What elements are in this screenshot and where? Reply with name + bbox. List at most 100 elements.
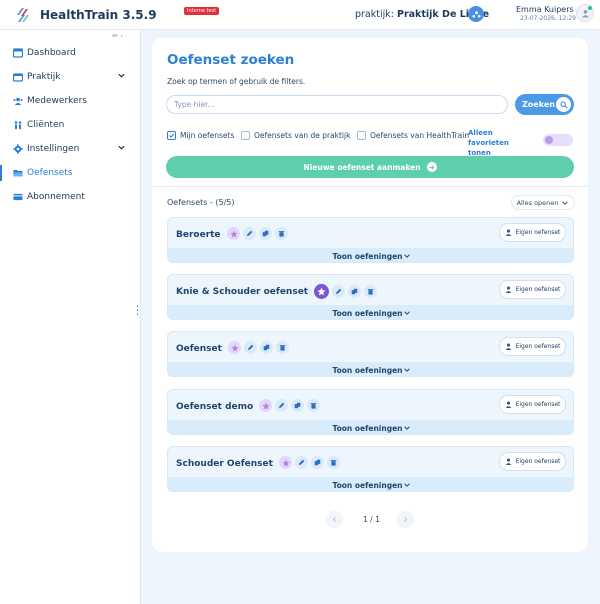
favorites-toggle[interactable] xyxy=(543,134,573,146)
favorite-star-icon[interactable] xyxy=(259,399,272,412)
owner-badge[interactable]: Eigen oefenset xyxy=(499,223,566,242)
sidebar-item-medewerkers[interactable]: Medewerkers xyxy=(0,91,141,111)
search-icon xyxy=(556,97,571,112)
trash-icon[interactable] xyxy=(327,456,340,469)
filter-label: Mijn oefensets xyxy=(180,131,235,140)
oefenset-actions xyxy=(279,456,343,469)
owner-badge[interactable]: Eigen oefenset xyxy=(499,280,566,299)
praktijk-prefix: praktijk: xyxy=(355,9,394,20)
sidebar-item-clienten[interactable]: Cliënten xyxy=(0,115,141,135)
trash-icon[interactable] xyxy=(275,227,288,240)
show-exercises-toggle[interactable]: Toon oefeningen xyxy=(168,362,573,376)
healthtrain-logo xyxy=(17,8,29,22)
app-title: HealthTrain 3.5.9 xyxy=(40,8,157,22)
show-exercises-toggle[interactable]: Toon oefeningen xyxy=(168,248,573,262)
sidebar-item-abonnement[interactable]: Abonnement xyxy=(0,187,141,207)
sidebar-item-label: Praktijk xyxy=(27,72,61,82)
card-icon xyxy=(13,192,23,202)
search-input[interactable] xyxy=(166,95,508,114)
filter-label: Oefensets van de praktijk xyxy=(254,131,351,140)
user-icon xyxy=(505,286,512,293)
expand-all-button[interactable]: Alles openen xyxy=(511,195,575,210)
new-oefenset-button[interactable]: Nieuwe oefenset aanmaken xyxy=(166,156,574,178)
collapse-sidebar-icon[interactable]: ⇚ ‹ xyxy=(112,32,123,40)
oefenset-name[interactable]: Oefenset xyxy=(176,344,222,354)
expand-all-label: Alles openen xyxy=(516,198,559,207)
trash-icon[interactable] xyxy=(276,341,289,354)
next-page-button[interactable] xyxy=(397,511,414,528)
show-exercises-toggle[interactable]: Toon oefeningen xyxy=(168,420,573,434)
praktijk-switch-icon[interactable] xyxy=(468,6,484,22)
trash-icon[interactable] xyxy=(307,399,320,412)
sidebar-item-oefensets[interactable]: Oefensets xyxy=(0,163,141,183)
owner-badge[interactable]: Eigen oefenset xyxy=(499,337,566,356)
arrow-right-icon xyxy=(426,162,437,172)
oefenset-name[interactable]: Oefenset demo xyxy=(176,402,253,412)
oefenset-row: Beroerte Eigen oefenset Toon oefeningen xyxy=(167,217,574,263)
avatar[interactable] xyxy=(576,4,594,22)
oefenset-row: Oefenset Eigen oefenset Toon oefeningen xyxy=(167,331,574,377)
search-button[interactable]: Zoeken xyxy=(515,94,574,115)
checkbox-checked[interactable] xyxy=(167,131,176,140)
user-icon xyxy=(505,229,512,236)
page-subtitle: Zoek op termen of gebruik de filters. xyxy=(167,77,306,86)
pagination: 1 / 1 xyxy=(326,511,414,529)
owner-label: Eigen oefenset xyxy=(515,401,561,408)
user-datetime: 23-07-2026, 12:29 xyxy=(520,15,576,22)
chevron-down-icon xyxy=(403,483,410,487)
favorites-toggle-label: Alleen favorieten tonen xyxy=(468,129,509,157)
edit-pencil-icon[interactable] xyxy=(295,456,308,469)
resize-handle-icon[interactable]: · · · xyxy=(136,303,139,321)
chevron-down-icon xyxy=(403,311,410,315)
owner-label: Eigen oefenset xyxy=(515,286,561,293)
oefenset-name[interactable]: Schouder Oefenset xyxy=(176,459,273,469)
sidebar: ⇚ ‹ Dashboard Praktijk Medewerkers Cliën… xyxy=(0,30,141,604)
oefenset-actions xyxy=(314,284,380,299)
trash-icon[interactable] xyxy=(364,285,377,298)
owner-label: Eigen oefenset xyxy=(515,229,561,236)
show-exercises-label: Toon oefeningen xyxy=(332,480,403,490)
oefenset-name[interactable]: Beroerte xyxy=(176,230,221,240)
user-name: Emma Kuipers xyxy=(516,5,574,14)
sidebar-item-instellingen[interactable]: Instellingen xyxy=(0,139,141,159)
edit-pencil-icon[interactable] xyxy=(332,285,345,298)
search-button-label: Zoeken xyxy=(522,100,555,109)
owner-badge[interactable]: Eigen oefenset xyxy=(499,395,566,414)
owner-label: Eigen oefenset xyxy=(515,343,561,350)
checkbox[interactable] xyxy=(241,131,250,140)
duplicate-icon[interactable] xyxy=(311,456,324,469)
favorite-star-icon[interactable] xyxy=(228,341,241,354)
users-icon xyxy=(13,96,23,106)
sidebar-item-label: Instellingen xyxy=(27,144,80,154)
show-exercises-toggle[interactable]: Toon oefeningen xyxy=(168,477,573,491)
filter-praktijk-oefensets[interactable]: Oefensets van de praktijk xyxy=(241,131,350,140)
oefenset-name[interactable]: Knie & Schouder oefenset xyxy=(176,287,308,297)
sidebar-item-label: Dashboard xyxy=(27,48,76,58)
filter-healthtrain-oefensets[interactable]: Oefensets van HealthTrain xyxy=(357,131,469,140)
checkbox[interactable] xyxy=(357,131,366,140)
page-title: Oefenset zoeken xyxy=(167,52,295,68)
favorite-star-icon[interactable] xyxy=(314,284,329,299)
sidebar-item-praktijk[interactable]: Praktijk xyxy=(0,67,141,87)
oefenset-actions xyxy=(259,399,323,412)
divider xyxy=(152,186,588,187)
edit-pencil-icon[interactable] xyxy=(243,227,256,240)
sidebar-item-dashboard[interactable]: Dashboard xyxy=(0,43,141,63)
owner-badge[interactable]: Eigen oefenset xyxy=(499,452,566,471)
duplicate-icon[interactable] xyxy=(348,285,361,298)
show-exercises-toggle[interactable]: Toon oefeningen xyxy=(168,305,573,319)
oefenset-row: Schouder Oefenset Eigen oefenset Toon oefe… xyxy=(167,446,574,492)
owner-label: Eigen oefenset xyxy=(515,458,561,465)
oefenset-actions xyxy=(228,341,292,354)
duplicate-icon[interactable] xyxy=(291,399,304,412)
duplicate-icon[interactable] xyxy=(260,341,273,354)
favorite-star-icon[interactable] xyxy=(279,456,292,469)
chevron-down-icon xyxy=(403,426,410,430)
favorite-star-icon[interactable] xyxy=(227,227,240,240)
duplicate-icon[interactable] xyxy=(259,227,272,240)
previous-page-button[interactable] xyxy=(326,511,343,528)
edit-pencil-icon[interactable] xyxy=(244,341,257,354)
page-indicator: 1 / 1 xyxy=(363,515,380,524)
edit-pencil-icon[interactable] xyxy=(275,399,288,412)
filter-mijn-oefensets[interactable]: Mijn oefensets xyxy=(167,131,234,140)
